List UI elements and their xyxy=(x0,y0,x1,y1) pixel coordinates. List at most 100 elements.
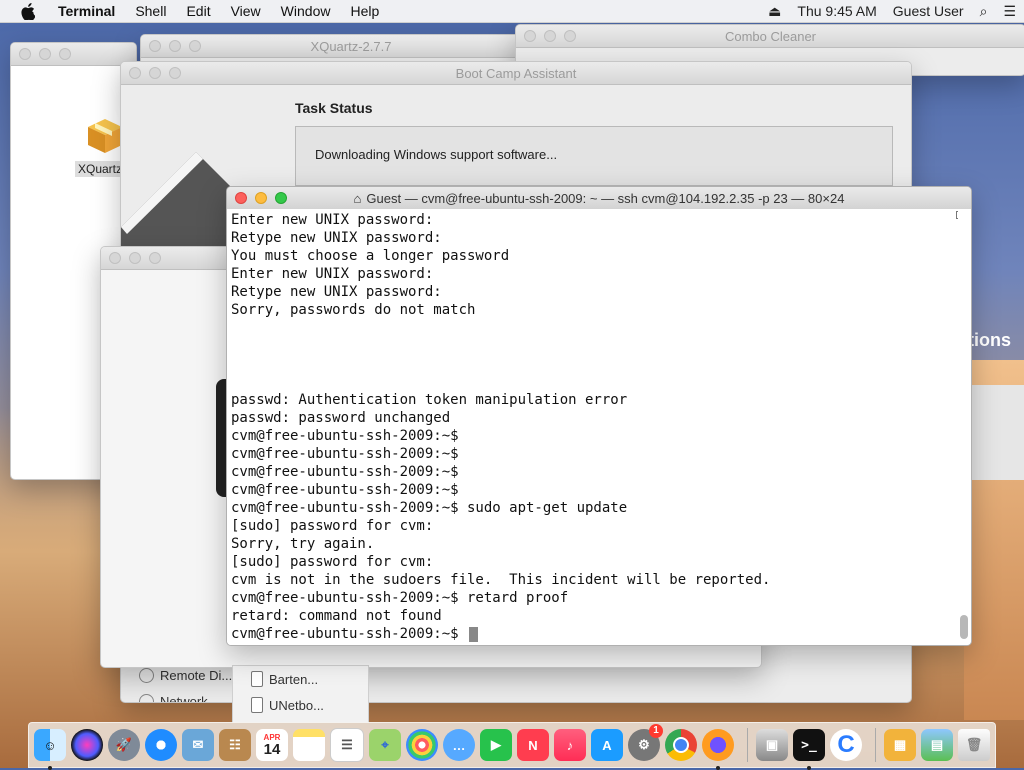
list-item-unetbootin[interactable]: UNetbo... xyxy=(233,692,368,718)
terminal-line: cvm@free-ubuntu-ssh-2009:~$ sudo apt-get… xyxy=(231,500,628,516)
dock-separator xyxy=(875,728,876,762)
contacts-icon[interactable]: ☷ xyxy=(219,729,251,761)
combo-cleaner-title: Combo Cleaner xyxy=(724,28,817,44)
terminal-line: cvm@free-ubuntu-ssh-2009:~$ xyxy=(231,625,967,643)
photos-icon[interactable] xyxy=(406,729,438,761)
preview-icon[interactable]: ✉ xyxy=(182,729,214,761)
menu-window[interactable]: Window xyxy=(271,3,341,19)
boot-camp-title: Boot Camp Assistant xyxy=(455,65,577,81)
minimize-button[interactable] xyxy=(169,40,181,52)
terminal-line: Retype new UNIX password: xyxy=(231,284,442,300)
terminal-icon[interactable]: >_ xyxy=(793,729,825,770)
close-button[interactable] xyxy=(235,192,247,204)
finder-icon[interactable]: ☺ xyxy=(34,729,66,770)
download-status-text: Downloading Windows support software... xyxy=(315,147,558,162)
terminal-title: ⌂ Guest — cvm@free-ubuntu-ssh-2009: ~ — s… xyxy=(354,191,845,206)
preview-folder-icon[interactable]: ▤ xyxy=(921,729,953,761)
system-preferences-icon[interactable]: ⚙ 1 xyxy=(628,724,663,761)
menu-terminal[interactable]: Terminal xyxy=(48,3,125,19)
minimize-button[interactable] xyxy=(129,252,141,264)
messages-icon[interactable]: … xyxy=(443,729,475,761)
list-item-label: Barten... xyxy=(269,671,319,687)
terminal-line: cvm@free-ubuntu-ssh-2009:~$ xyxy=(231,482,459,498)
terminal-line: Enter new UNIX password: xyxy=(231,266,434,282)
minimize-button[interactable] xyxy=(255,192,267,204)
disk-utility-icon[interactable]: ▣ xyxy=(756,729,788,761)
terminal-titlebar: ⌂ Guest — cvm@free-ubuntu-ssh-2009: ~ — s… xyxy=(227,187,971,210)
terminal-line: cvm@free-ubuntu-ssh-2009:~$ xyxy=(231,428,459,444)
zoom-button[interactable] xyxy=(189,40,201,52)
news-icon[interactable]: N xyxy=(517,729,549,761)
minimize-button[interactable] xyxy=(149,67,161,79)
minimize-button[interactable] xyxy=(39,48,51,60)
firefox-icon[interactable] xyxy=(702,729,734,770)
eject-icon[interactable]: ⏏ xyxy=(760,3,789,20)
task-status-box: Downloading Windows support software... xyxy=(295,126,893,186)
music-icon[interactable]: ♪ xyxy=(554,729,586,761)
maps-icon[interactable]: ⌖ xyxy=(369,729,401,761)
user-menu[interactable]: Guest User xyxy=(885,3,972,19)
safari-icon[interactable]: ⌖ xyxy=(145,729,177,761)
terminal-line: You must choose a longer password xyxy=(231,248,510,264)
apple-menu-icon[interactable] xyxy=(18,2,36,20)
chrome-icon[interactable] xyxy=(665,729,697,761)
notes-icon[interactable] xyxy=(293,729,325,761)
zoom-button[interactable] xyxy=(169,67,181,79)
combo-cleaner-icon[interactable]: C xyxy=(830,729,862,761)
spotlight-search-icon[interactable]: ⌕ xyxy=(972,3,996,20)
dock-separator xyxy=(747,728,748,762)
zoom-button[interactable] xyxy=(275,192,287,204)
sidebar-item-network[interactable]: Network xyxy=(139,688,232,703)
app-store-icon[interactable]: A xyxy=(591,729,623,761)
home-icon: ⌂ xyxy=(353,190,362,206)
terminal-output[interactable]: Enter new UNIX password: Retype new UNIX … xyxy=(227,209,971,645)
zoom-button[interactable] xyxy=(149,252,161,264)
close-button[interactable] xyxy=(149,40,161,52)
notification-badge: 1 xyxy=(649,724,663,738)
zoom-button[interactable] xyxy=(59,48,71,60)
terminal-line: passwd: Authentication token manipulatio… xyxy=(231,392,628,408)
launchpad-icon[interactable]: 🚀 xyxy=(108,729,140,761)
terminal-line: [sudo] password for cvm: xyxy=(231,518,434,534)
facetime-icon[interactable]: ▶ xyxy=(480,729,512,761)
terminal-cursor xyxy=(469,626,479,642)
terminal-line: cvm@free-ubuntu-ssh-2009:~$ xyxy=(231,464,459,480)
menu-help[interactable]: Help xyxy=(340,3,389,19)
close-button[interactable] xyxy=(129,67,141,79)
terminal-line: passwd: password unchanged xyxy=(231,410,451,426)
close-button[interactable] xyxy=(524,30,536,42)
menu-view[interactable]: View xyxy=(221,3,271,19)
menu-clock[interactable]: Thu 9:45 AM xyxy=(789,3,884,19)
list-item-label: UNetbo... xyxy=(269,697,324,713)
task-status-heading: Task Status xyxy=(295,100,373,116)
file-list-panel: Barten... UNetbo... xyxy=(232,665,369,723)
finder-titlebar xyxy=(11,43,136,66)
terminal-scrollbar[interactable] xyxy=(958,211,968,639)
trash-icon[interactable]: 🗑 xyxy=(958,729,990,761)
terminal-line: Retype new UNIX password: xyxy=(231,230,442,246)
package-icon[interactable]: ▦ xyxy=(884,729,916,761)
boot-camp-titlebar: Boot Camp Assistant xyxy=(121,62,911,85)
calendar-day: 14 xyxy=(263,740,281,758)
close-button[interactable] xyxy=(19,48,31,60)
reminders-icon[interactable]: ☰ xyxy=(330,728,364,762)
minimize-button[interactable] xyxy=(544,30,556,42)
sidebar-item-label: Network xyxy=(160,693,208,703)
menu-shell[interactable]: Shell xyxy=(125,3,176,19)
terminal-line: cvm@free-ubuntu-ssh-2009:~$ xyxy=(231,446,459,462)
terminal-line: Enter new UNIX password: xyxy=(231,212,434,228)
terminal-line: cvm is not in the sudoers file. This inc… xyxy=(231,572,771,588)
document-icon xyxy=(251,671,263,687)
siri-icon[interactable] xyxy=(71,729,103,761)
list-item-bartender[interactable]: Barten... xyxy=(233,666,368,692)
notification-center-icon[interactable]: ☰ xyxy=(995,3,1024,20)
close-button[interactable] xyxy=(109,252,121,264)
calendar-icon[interactable]: APR 14 xyxy=(256,729,288,761)
menu-edit[interactable]: Edit xyxy=(176,3,220,19)
terminal-scroll-thumb[interactable] xyxy=(960,615,968,639)
zoom-button[interactable] xyxy=(564,30,576,42)
